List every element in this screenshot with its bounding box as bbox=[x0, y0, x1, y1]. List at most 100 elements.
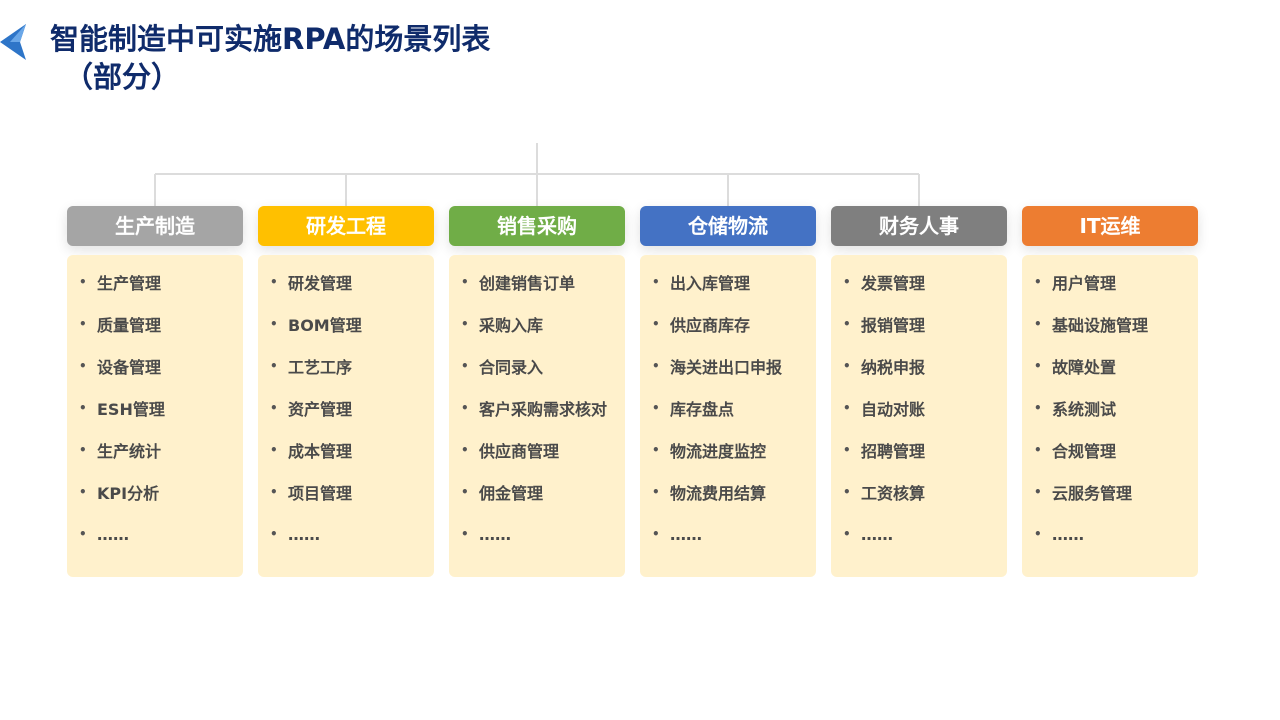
list-item: • 生产统计 bbox=[67, 429, 243, 471]
list-item: • 故障处置 bbox=[1022, 345, 1198, 387]
list-item: • ESH管理 bbox=[67, 387, 243, 429]
bullet-icon: • bbox=[1034, 359, 1042, 373]
category-item-list: • 用户管理 • 基础设施管理 • 故障处置 • 系统测试 • 合规管理 • 云服务管理 • …… bbox=[1022, 255, 1198, 577]
list-item: • …… bbox=[67, 513, 243, 555]
category-item-list: • 创建销售订单 • 采购入库 • 合同录入 • 客户采购需求核对 • 供应商管理 • 佣金管理 • …… bbox=[449, 255, 625, 577]
list-item-label: …… bbox=[670, 524, 702, 544]
list-item-label: 设备管理 bbox=[97, 358, 162, 377]
list-item: • 项目管理 bbox=[258, 471, 434, 513]
bullet-icon: • bbox=[461, 527, 469, 541]
list-item-label: 成本管理 bbox=[288, 442, 353, 461]
list-item: • 工艺工序 bbox=[258, 345, 434, 387]
list-item-label: 故障处置 bbox=[1052, 358, 1117, 377]
page-title-main: 智能制造中可实施RPA的场景列表 bbox=[50, 22, 491, 56]
list-item-label: …… bbox=[288, 524, 320, 544]
list-item: • 物流进度监控 bbox=[640, 429, 816, 471]
list-item-label: 系统测试 bbox=[1052, 400, 1117, 419]
list-item: • 供应商管理 bbox=[449, 429, 625, 471]
list-item-label: 生产统计 bbox=[97, 442, 162, 461]
bullet-icon: • bbox=[843, 527, 851, 541]
category-header: 生产制造 bbox=[67, 206, 243, 246]
list-item-label: 库存盘点 bbox=[670, 400, 735, 419]
category-column: IT运维 • 用户管理 • 基础设施管理 • 故障处置 • 系统测试 • 合规管理 • 云服务管理 • …… bbox=[1022, 206, 1198, 577]
list-item-label: 项目管理 bbox=[288, 484, 353, 503]
bullet-icon: • bbox=[652, 275, 660, 289]
bullet-icon: • bbox=[270, 485, 278, 499]
list-item-label: 研发管理 bbox=[288, 274, 353, 293]
list-item-label: 出入库管理 bbox=[670, 274, 751, 293]
list-item-label: 工资核算 bbox=[861, 484, 926, 503]
list-item: • 合规管理 bbox=[1022, 429, 1198, 471]
list-item-label: 质量管理 bbox=[97, 316, 162, 335]
list-item-label: 用户管理 bbox=[1052, 274, 1117, 293]
bullet-icon: • bbox=[843, 485, 851, 499]
list-item: • 客户采购需求核对 bbox=[449, 387, 625, 429]
bullet-icon: • bbox=[843, 443, 851, 457]
list-item: • …… bbox=[449, 513, 625, 555]
list-item: • 佣金管理 bbox=[449, 471, 625, 513]
page-title: 智能制造中可实施RPA的场景列表 （部分） bbox=[50, 20, 490, 96]
list-item-label: 合规管理 bbox=[1052, 442, 1117, 461]
list-item: • 合同录入 bbox=[449, 345, 625, 387]
bullet-icon: • bbox=[79, 359, 87, 373]
bullet-icon: • bbox=[1034, 317, 1042, 331]
list-item-label: 生产管理 bbox=[97, 274, 162, 293]
list-item-label: 佣金管理 bbox=[479, 484, 544, 503]
list-item: • 用户管理 bbox=[1022, 261, 1198, 303]
list-item: • 工资核算 bbox=[831, 471, 1007, 513]
list-item-label: 采购入库 bbox=[479, 316, 544, 335]
list-item: • KPI分析 bbox=[67, 471, 243, 513]
list-item: • 基础设施管理 bbox=[1022, 303, 1198, 345]
bullet-icon: • bbox=[1034, 527, 1042, 541]
category-header: IT运维 bbox=[1022, 206, 1198, 246]
list-item: • 纳税申报 bbox=[831, 345, 1007, 387]
list-item-label: 合同录入 bbox=[479, 358, 544, 377]
list-item: • …… bbox=[1022, 513, 1198, 555]
list-item: • 库存盘点 bbox=[640, 387, 816, 429]
list-item: • 采购入库 bbox=[449, 303, 625, 345]
bullet-icon: • bbox=[270, 527, 278, 541]
list-item-label: ESH管理 bbox=[97, 400, 165, 419]
category-header: 仓储物流 bbox=[640, 206, 816, 246]
category-item-list: • 生产管理 • 质量管理 • 设备管理 • ESH管理 • 生产统计 • KPI分析 • …… bbox=[67, 255, 243, 577]
bullet-icon: • bbox=[270, 359, 278, 373]
bullet-icon: • bbox=[79, 317, 87, 331]
bullet-icon: • bbox=[652, 401, 660, 415]
bullet-icon: • bbox=[652, 485, 660, 499]
list-item-label: …… bbox=[1052, 524, 1084, 544]
bullet-icon: • bbox=[652, 317, 660, 331]
category-column: 仓储物流 • 出入库管理 • 供应商库存 • 海关进出口申报 • 库存盘点 • 物流进度监控 • 物流费… bbox=[640, 206, 816, 577]
bullet-icon: • bbox=[79, 275, 87, 289]
category-column: 销售采购 • 创建销售订单 • 采购入库 • 合同录入 • 客户采购需求核对 • 供应商管理 • 佣金管… bbox=[449, 206, 625, 577]
category-header: 财务人事 bbox=[831, 206, 1007, 246]
list-item: • 供应商库存 bbox=[640, 303, 816, 345]
list-item-label: …… bbox=[479, 524, 511, 544]
bullet-icon: • bbox=[843, 317, 851, 331]
list-item: • 海关进出口申报 bbox=[640, 345, 816, 387]
list-item-label: 招聘管理 bbox=[861, 442, 926, 461]
bullet-icon: • bbox=[1034, 485, 1042, 499]
list-item-label: 发票管理 bbox=[861, 274, 926, 293]
list-item: • 云服务管理 bbox=[1022, 471, 1198, 513]
bullet-icon: • bbox=[461, 317, 469, 331]
list-item: • 招聘管理 bbox=[831, 429, 1007, 471]
list-item: • 发票管理 bbox=[831, 261, 1007, 303]
list-item-label: 创建销售订单 bbox=[479, 274, 576, 293]
list-item: • 研发管理 bbox=[258, 261, 434, 303]
list-item: • 出入库管理 bbox=[640, 261, 816, 303]
bullet-icon: • bbox=[843, 275, 851, 289]
category-column: 研发工程 • 研发管理 • BOM管理 • 工艺工序 • 资产管理 • 成本管理 • 项目管理 • …… bbox=[258, 206, 434, 577]
list-item: • 生产管理 bbox=[67, 261, 243, 303]
list-item-label: KPI分析 bbox=[97, 484, 160, 503]
page-title-sub: （部分） bbox=[64, 60, 181, 94]
bullet-icon: • bbox=[270, 443, 278, 457]
list-item-label: …… bbox=[861, 524, 893, 544]
bullet-icon: • bbox=[461, 485, 469, 499]
category-item-list: • 研发管理 • BOM管理 • 工艺工序 • 资产管理 • 成本管理 • 项目管理 • …… bbox=[258, 255, 434, 577]
list-item: • 物流费用结算 bbox=[640, 471, 816, 513]
list-item-label: 报销管理 bbox=[861, 316, 926, 335]
list-item-label: 基础设施管理 bbox=[1052, 316, 1149, 335]
list-item: • 资产管理 bbox=[258, 387, 434, 429]
list-item-label: 资产管理 bbox=[288, 400, 353, 419]
bullet-icon: • bbox=[1034, 401, 1042, 415]
